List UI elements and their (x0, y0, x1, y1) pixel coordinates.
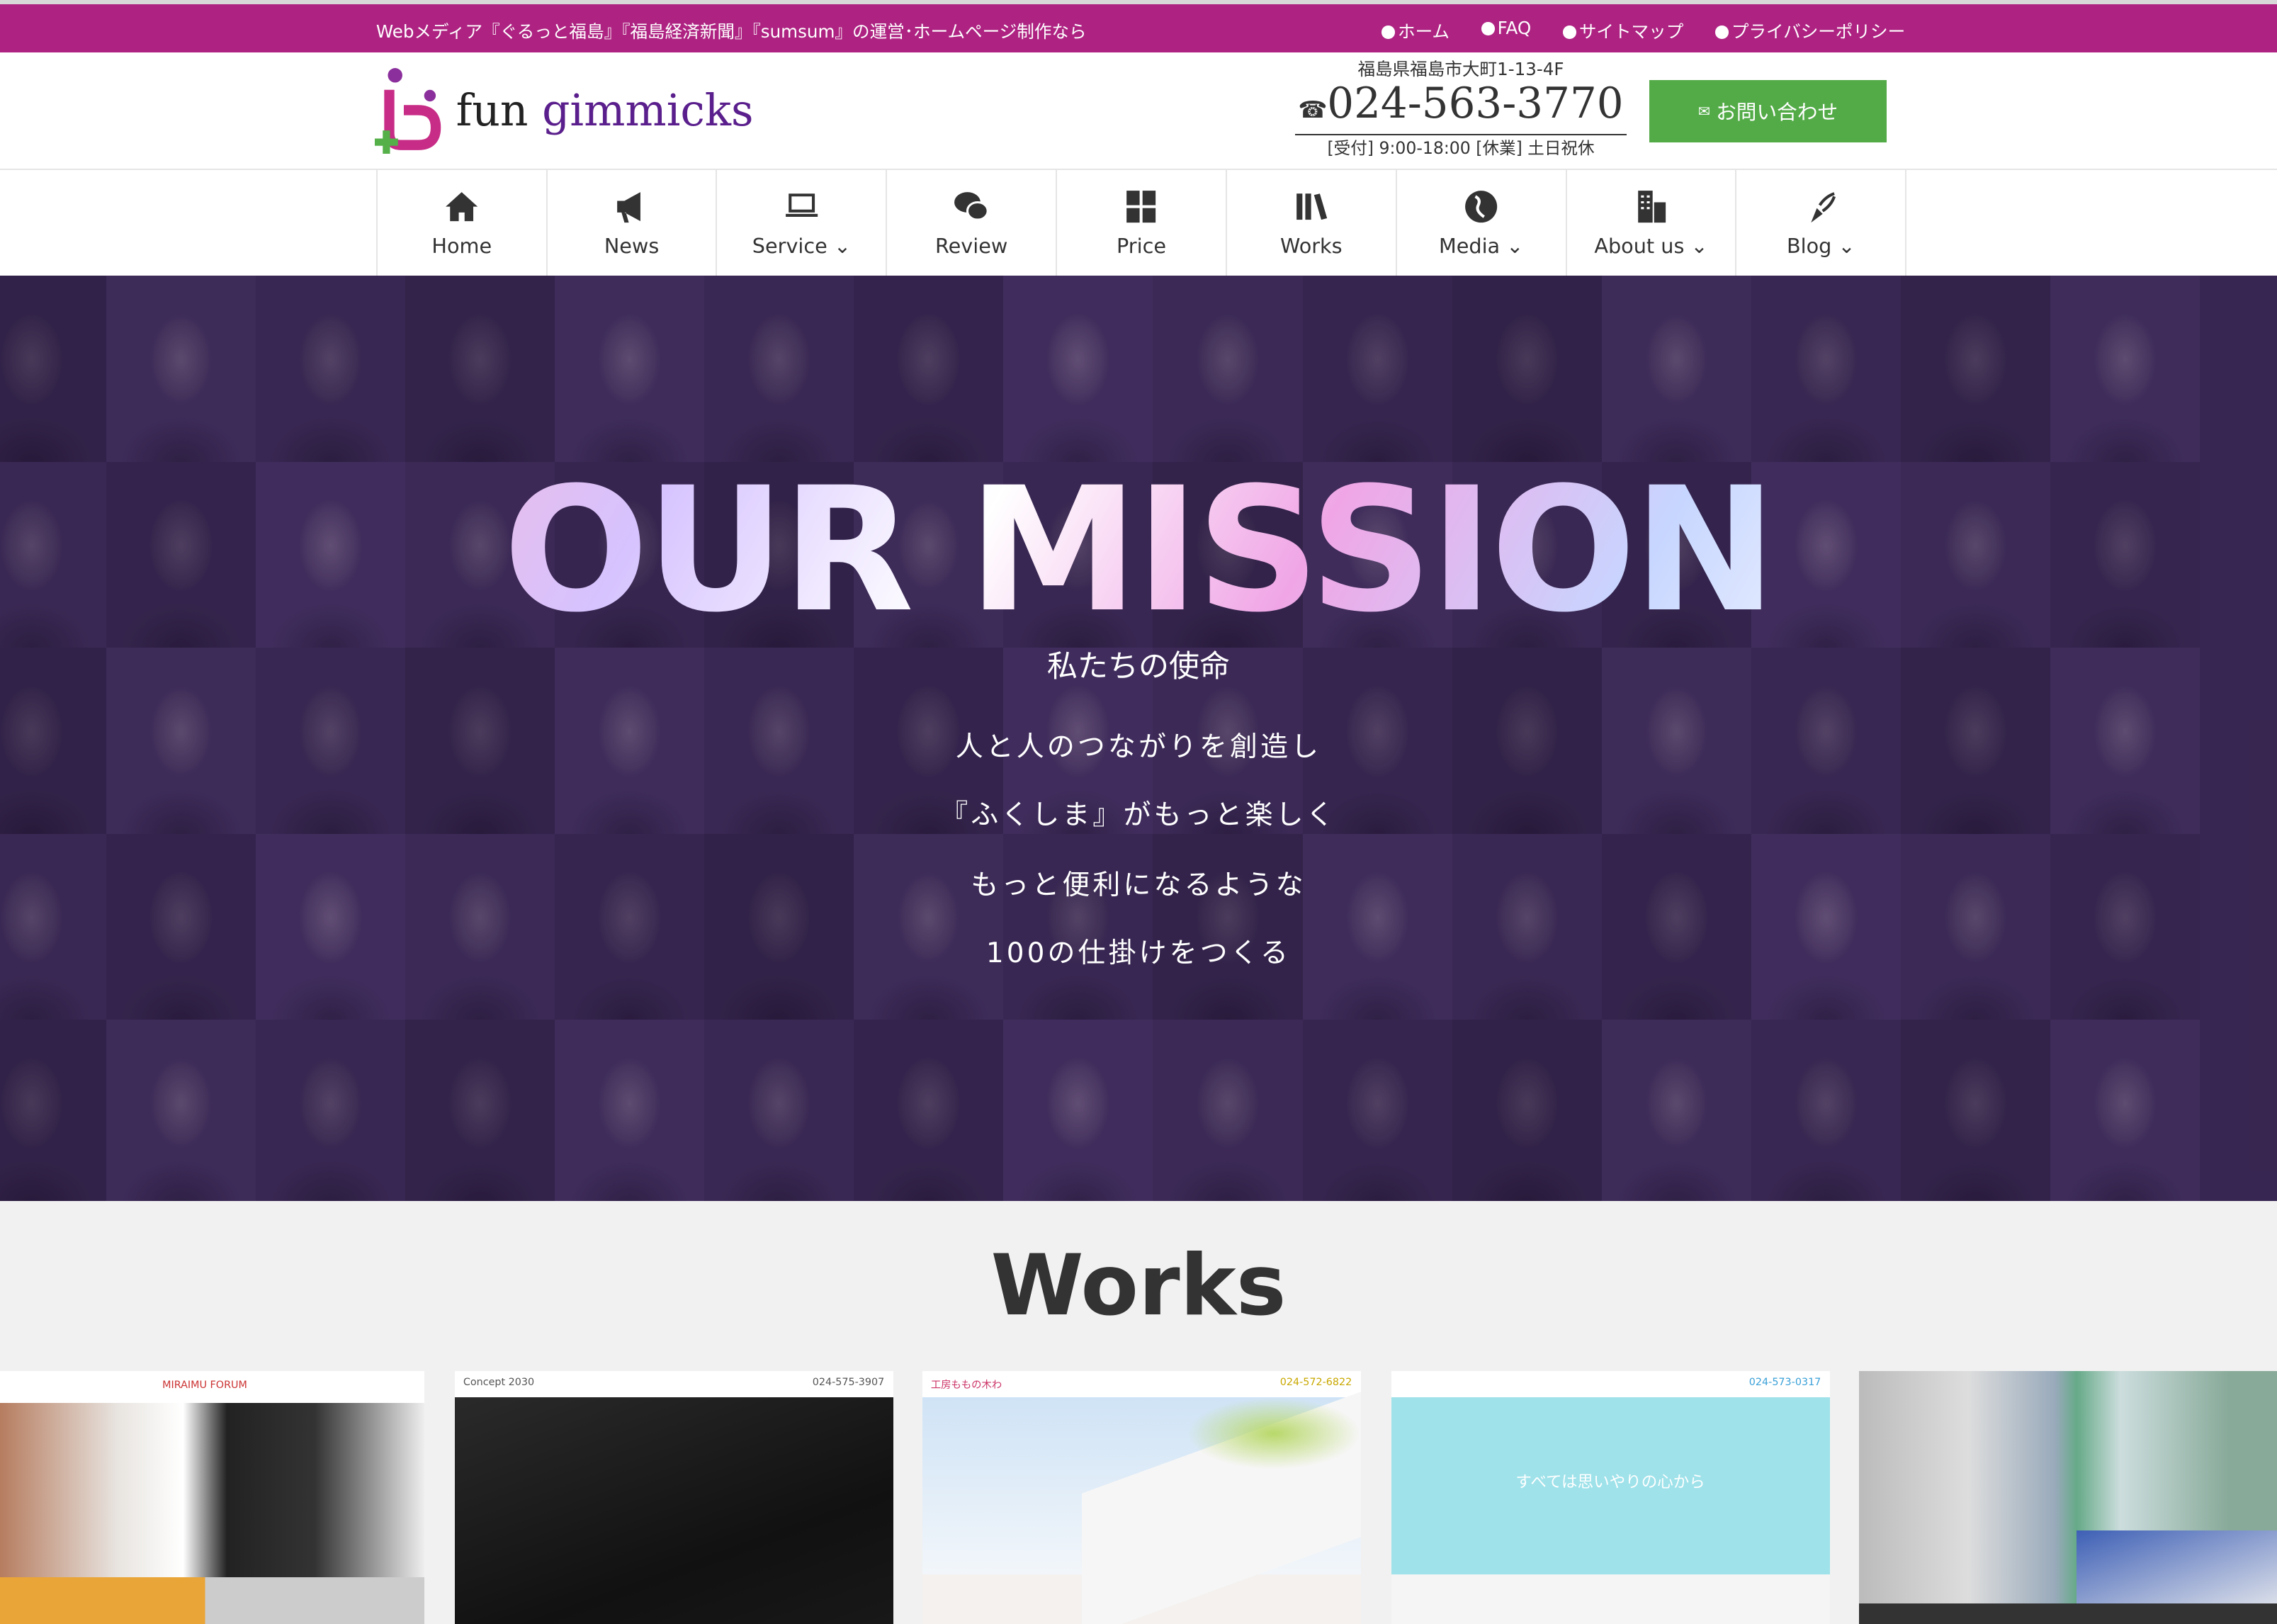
calculator-icon (1126, 190, 1156, 222)
contact-button-label: お問い合わせ (1716, 100, 1838, 125)
nav-item-price[interactable]: Price (1057, 169, 1227, 276)
nav-label: Works (1280, 234, 1343, 259)
hero: OUR MISSION 私たちの使命 人と人のつながりを創造し 『ふくしま』がも… (0, 276, 2277, 1202)
phone-icon: ☎ (1298, 96, 1328, 123)
nav-item-works[interactable]: Works (1227, 169, 1397, 276)
pen-icon (1810, 192, 1836, 222)
header: fun gimmicks 福島県福島市大町1-13-4F ☎024-563-37… (0, 52, 2277, 170)
building-icon (1638, 190, 1666, 222)
work-card[interactable]: 工房ももの木わ 024-572-6822 (922, 1370, 1361, 1624)
link-label: プライバシーポリシー (1731, 21, 1906, 42)
chevron-circle-icon (1715, 26, 1729, 39)
hero-title: OUR MISSION (0, 450, 2277, 653)
page: Webメディア『ぐるっと福島』『福島経済新聞』『sumsum』の運営･ホームペー… (0, 0, 2277, 1624)
utility-links: ホーム FAQ サイトマップ プライバシーポリシー (1382, 18, 1905, 43)
megaphone-icon (617, 191, 640, 222)
link-privacy[interactable]: プライバシーポリシー (1715, 18, 1905, 43)
link-home[interactable]: ホーム (1382, 18, 1450, 43)
business-hours: [受付] 9:00-18:00 [休業] 土日祝休 (1327, 138, 1595, 159)
laptop-icon (785, 193, 818, 217)
books-icon (1296, 193, 1328, 220)
address: 福島県福島市大町1-13-4F (1357, 59, 1564, 79)
nav-item-news[interactable]: News (548, 169, 718, 276)
top-bar: Webメディア『ぐるっと福島』『福島経済新聞』『sumsum』の運営･ホームペー… (0, 4, 2277, 52)
mission-line: もっと便利になるような (971, 869, 1306, 901)
logo-mark-icon (374, 68, 441, 154)
hero-subtitle: 私たちの使命 (1046, 648, 1231, 684)
tagline: Webメディア『ぐるっと福島』『福島経済新聞』『sumsum』の運営･ホームペー… (375, 21, 1087, 42)
chevron-circle-icon (1563, 26, 1576, 39)
mission-line: 100の仕掛けをつくる (985, 937, 1292, 969)
mail-icon: ✉ (1697, 102, 1710, 120)
nav-item-blog[interactable]: Blog ⌄ (1736, 169, 1907, 276)
link-faq[interactable]: FAQ (1481, 18, 1531, 43)
phone-number[interactable]: ☎024-563-3770 (1295, 80, 1627, 136)
globe-icon (1465, 190, 1498, 222)
link-label: サイトマップ (1578, 21, 1684, 42)
nav-label: Service ⌄ (752, 234, 851, 259)
nav-label: Review (935, 234, 1008, 259)
mission-line: 『ふくしま』がもっと楽しく (940, 799, 1337, 832)
works-section: Works MIRAIMU FORUM Concept 2030 024-575-… (0, 1201, 2277, 1624)
nav-item-home[interactable]: Home (378, 169, 548, 276)
contact-info: 福島県福島市大町1-13-4F ☎024-563-3770 [受付] 9:00-… (1287, 59, 1635, 159)
nav-item-service[interactable]: Service ⌄ (717, 169, 888, 276)
main-nav: Home News Service ⌄ Review Price Works Media ⌄… (0, 169, 2277, 276)
link-label: ホーム (1398, 21, 1450, 42)
work-card[interactable] (1858, 1370, 2277, 1624)
link-label: FAQ (1497, 17, 1532, 38)
work-card[interactable]: Concept 2030 024-575-3907 (454, 1370, 893, 1624)
chevron-circle-icon (1382, 26, 1395, 39)
nav-item-review[interactable]: Review (887, 169, 1058, 276)
contact-button[interactable]: ✉ お問い合わせ (1649, 79, 1887, 142)
chat-icon (954, 191, 989, 221)
nav-label: News (604, 234, 660, 259)
nav-label: Home (431, 234, 492, 259)
nav-item-media[interactable]: Media ⌄ (1397, 169, 1567, 276)
logo-text: fun gimmicks (456, 84, 754, 136)
chevron-circle-icon (1481, 22, 1495, 35)
home-icon (446, 191, 478, 221)
logo[interactable]: fun gimmicks (374, 67, 754, 154)
link-sitemap[interactable]: サイトマップ (1563, 18, 1683, 43)
nav-label: Price (1117, 234, 1166, 259)
nav-item-aboutus[interactable]: About us ⌄ (1567, 169, 1737, 276)
nav-label: Blog ⌄ (1786, 234, 1855, 259)
mission-line: 人と人のつながりを創造し (955, 731, 1322, 763)
work-card[interactable]: 024-573-0317 すべては思いやりの心から (1391, 1370, 1830, 1624)
works-title: Works (990, 1237, 1287, 1336)
work-card[interactable]: MIRAIMU FORUM (0, 1370, 424, 1624)
nav-label: Media ⌄ (1438, 234, 1524, 259)
nav-label: About us ⌄ (1594, 234, 1708, 259)
